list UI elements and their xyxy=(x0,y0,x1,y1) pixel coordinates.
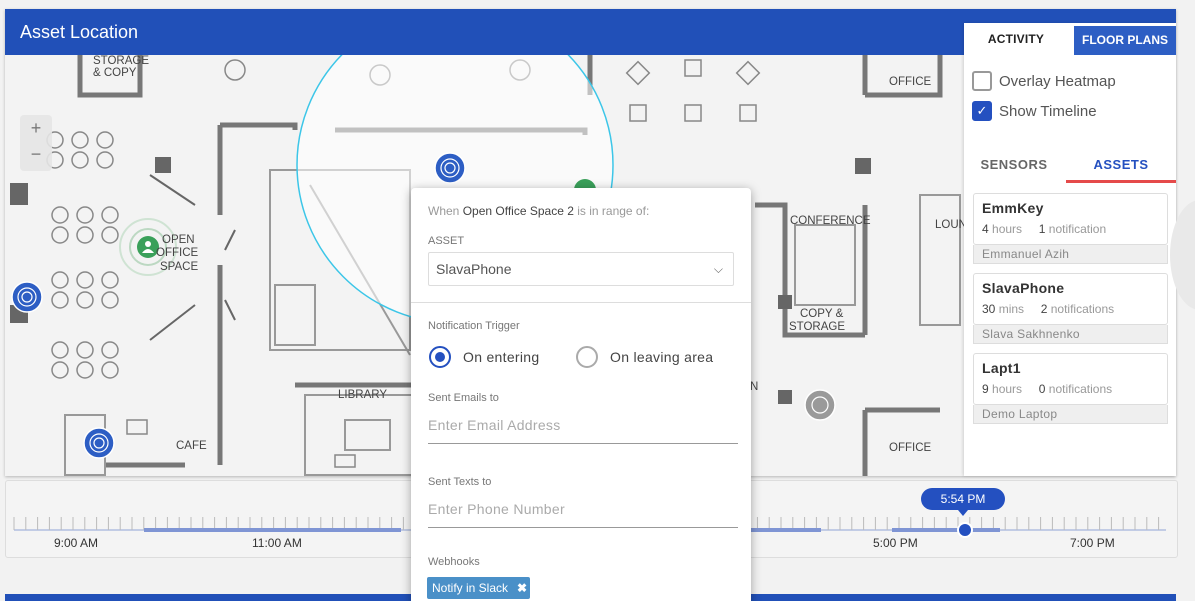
chevron-down-icon: ⌵ xyxy=(713,262,723,276)
map-label-library: LIBRARY xyxy=(338,389,387,401)
asset-name: Lapt1 xyxy=(982,360,1021,376)
map-label-conference: CONFERENCE xyxy=(790,215,871,227)
map-label-n: N xyxy=(750,381,758,393)
map-label-copy-storage-1: COPY & xyxy=(800,308,844,320)
notification-popup: When Open Office Space 2 is in range of:… xyxy=(411,188,751,601)
timeline-tick-label: 7:00 PM xyxy=(1070,536,1115,550)
overlay-heatmap-option[interactable]: Overlay Heatmap xyxy=(972,70,1116,92)
zoom-out-button[interactable]: − xyxy=(20,141,52,167)
asset-select-value: SlavaPhone xyxy=(436,261,512,277)
side-panel: ACTIVITY FLOOR PLANS Overlay Heatmap ✓ S… xyxy=(964,23,1176,476)
email-field[interactable]: Enter Email Address xyxy=(428,417,738,444)
tab-floor-plans[interactable]: FLOOR PLANS xyxy=(1074,26,1176,55)
current-time-badge: 5:54 PM xyxy=(921,488,1005,516)
close-icon[interactable]: ✖ xyxy=(517,577,527,599)
texts-label: Sent Texts to xyxy=(428,476,492,488)
asset-card[interactable]: SlavaPhone 30 mins 2 notifications Slava… xyxy=(973,273,1168,344)
show-timeline-checkbox[interactable]: ✓ xyxy=(972,101,992,121)
zoom-in-button[interactable]: + xyxy=(20,115,52,141)
page-title: Asset Location xyxy=(20,22,139,42)
trigger-label: Notification Trigger xyxy=(428,320,520,332)
asset-card[interactable]: EmmKey 4 hours 1 notification Emmanuel A… xyxy=(973,193,1168,264)
zoom-controls: + − xyxy=(20,115,52,171)
asset-meta: 30 mins 2 notifications xyxy=(982,302,1115,316)
show-timeline-option[interactable]: ✓ Show Timeline xyxy=(972,100,1097,122)
divider xyxy=(411,302,751,303)
map-label-office-top: OFFICE xyxy=(889,76,931,88)
map-label-cafe: CAFE xyxy=(176,440,207,452)
popup-condition: When Open Office Space 2 is in range of: xyxy=(428,204,650,218)
asset-label: ASSET xyxy=(428,235,465,247)
show-timeline-label: Show Timeline xyxy=(999,102,1097,120)
radio-on-leaving-label: On leaving area xyxy=(610,349,714,365)
map-label-open: OPEN xyxy=(162,234,195,246)
asset-owner: Demo Laptop xyxy=(973,405,1168,424)
webhooks-label: Webhooks xyxy=(428,556,480,568)
overlay-heatmap-checkbox[interactable] xyxy=(972,71,992,91)
map-label-lounge: LOUN xyxy=(935,219,965,231)
radio-on-entering[interactable]: On entering xyxy=(429,346,539,368)
timeline-slider-handle[interactable] xyxy=(957,522,973,538)
asset-meta: 4 hours 1 notification xyxy=(982,222,1107,236)
asset-location-page: Asset Location STORAGE & COPY OPEN OFFIC… xyxy=(0,0,1195,601)
timeline-tick-label: 11:00 AM xyxy=(252,536,302,550)
radio-on-leaving-button[interactable] xyxy=(576,346,598,368)
map-label-office-bottom: OFFICE xyxy=(889,442,931,454)
overlay-heatmap-label: Overlay Heatmap xyxy=(999,72,1116,90)
webhook-chip[interactable]: Notify in Slack ✖ xyxy=(427,577,531,599)
map-label-office: OFFICE xyxy=(156,247,198,259)
radio-on-entering-label: On entering xyxy=(463,349,540,365)
webhook-chip-label: Notify in Slack xyxy=(432,581,509,595)
tab-assets[interactable]: ASSETS xyxy=(1066,153,1176,183)
asset-owner: Slava Sakhnenko xyxy=(973,325,1168,344)
asset-name: SlavaPhone xyxy=(982,280,1065,296)
phone-field[interactable]: Enter Phone Number xyxy=(428,501,738,528)
asset-card[interactable]: Lapt1 9 hours 0 notifications Demo Lapto… xyxy=(973,353,1168,424)
timeline-tick-label: 5:00 PM xyxy=(873,536,918,550)
emails-label: Sent Emails to xyxy=(428,392,499,404)
tab-activity[interactable]: ACTIVITY xyxy=(964,23,1068,55)
asset-owner: Emmanuel Azih xyxy=(973,245,1168,264)
asset-select[interactable]: SlavaPhone ⌵ xyxy=(428,252,734,286)
map-label-copy: & COPY xyxy=(93,67,137,79)
asset-name: EmmKey xyxy=(982,200,1044,216)
radio-on-entering-button[interactable] xyxy=(429,346,451,368)
map-label-space: SPACE xyxy=(160,261,198,273)
tab-sensors[interactable]: SENSORS xyxy=(964,153,1064,183)
asset-meta: 9 hours 0 notifications xyxy=(982,382,1113,396)
asset-marker-icon xyxy=(804,389,836,421)
map-label-copy-storage-2: STORAGE xyxy=(789,321,845,333)
map-label-storage: STORAGE xyxy=(93,55,149,67)
timeline-tick-label: 9:00 AM xyxy=(54,536,99,550)
radio-on-leaving[interactable]: On leaving area xyxy=(576,346,713,368)
